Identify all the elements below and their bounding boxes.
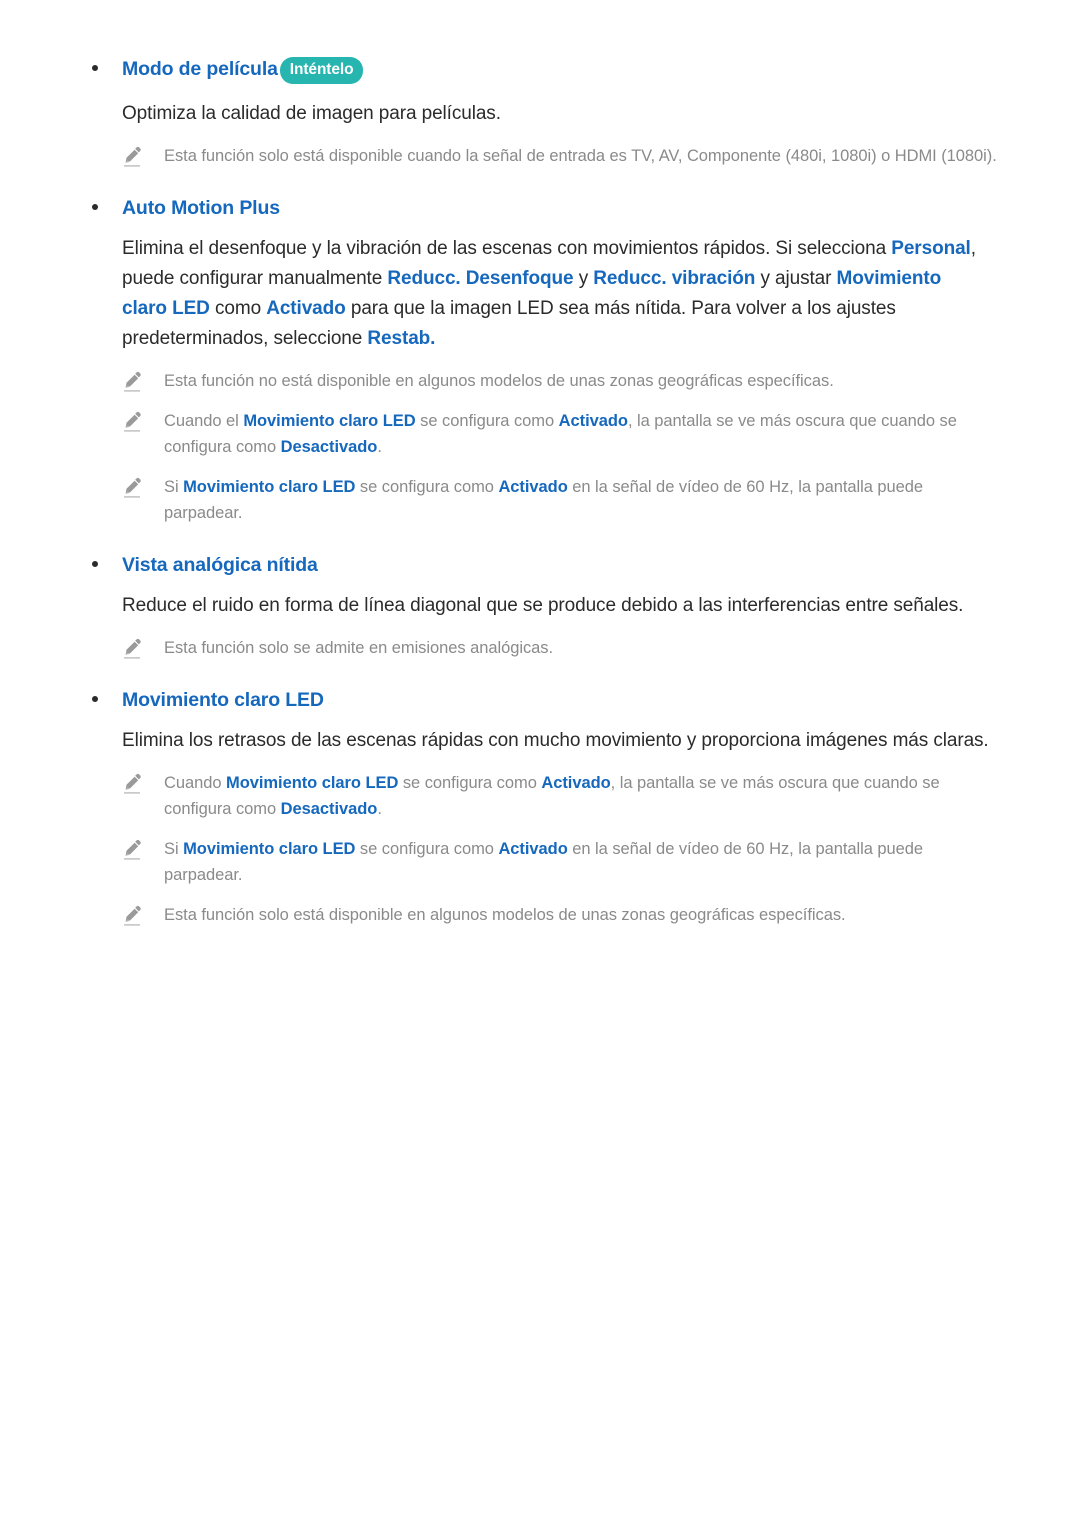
emphasized-term: Activado <box>498 477 568 496</box>
emphasized-term: Movimiento claro LED <box>183 839 356 858</box>
pencil-icon <box>122 638 142 660</box>
pencil-icon <box>122 839 142 861</box>
section-heading: Modo de película <box>122 58 278 80</box>
section-movimiento-claro-led: Movimiento claro LED Elimina los retrasos… <box>80 689 1000 950</box>
note-item: Cuando el Movimiento claro LED se config… <box>122 408 1000 460</box>
section-heading-row: Vista analógica nítida <box>92 554 1000 577</box>
emphasized-term: Activado <box>558 411 628 430</box>
section-heading: Movimiento claro LED <box>122 688 324 711</box>
emphasized-term: Personal <box>891 237 971 259</box>
note-text: Esta función solo está disponible en alg… <box>164 905 846 924</box>
bullet-icon <box>92 560 98 567</box>
emphasized-term: Reducc. Desenfoque <box>387 267 574 289</box>
emphasized-term: Reducc. vibración <box>593 267 756 289</box>
bullet-icon <box>92 695 98 702</box>
section-auto-motion-plus: Auto Motion Plus Elimina el desenfoque y … <box>80 197 1000 548</box>
pencil-icon <box>122 146 142 168</box>
section-body: Elimina el desenfoque y la vibración de … <box>122 237 976 349</box>
try-it-badge[interactable]: Inténtelo <box>279 57 364 84</box>
note-text: Esta función solo está disponible cuando… <box>164 146 997 165</box>
section-heading-row: Auto Motion Plus <box>92 197 1000 220</box>
emphasized-term: Movimiento claro LED <box>226 773 399 792</box>
bullet-icon <box>92 203 98 210</box>
section-heading: Auto Motion Plus <box>122 196 280 219</box>
emphasized-term: Desactivado <box>280 437 378 456</box>
note-item: Esta función solo está disponible cuando… <box>122 143 1000 169</box>
section-body: Elimina los retrasos de las escenas rápi… <box>122 729 989 751</box>
section-heading: Vista analógica nítida <box>122 553 318 576</box>
section-list: Modo de película Inténtelo Optimiza la cal… <box>80 57 1000 950</box>
note-item: Si Movimiento claro LED se configura com… <box>122 836 1000 888</box>
section-heading-row: Modo de película Inténtelo <box>92 57 1000 85</box>
bullet-icon <box>92 65 98 71</box>
emphasized-term: Activado <box>266 297 346 319</box>
note-text: Si Movimiento claro LED se configura com… <box>164 477 924 522</box>
emphasized-term: Movimiento claro LED <box>243 411 416 430</box>
note-text: Esta función solo se admite en emisiones… <box>164 638 554 657</box>
emphasized-term: Desactivado <box>280 799 378 818</box>
note-item: Esta función solo está disponible en alg… <box>122 902 1000 928</box>
note-item: Cuando Movimiento claro LED se configura… <box>122 770 1000 822</box>
section-modo-de-pelicula: Modo de película Inténtelo Optimiza la cal… <box>80 57 1000 191</box>
note-item: Si Movimiento claro LED se configura com… <box>122 474 1000 526</box>
pencil-icon <box>122 905 142 927</box>
note-text: Esta función no está disponible en algun… <box>164 371 834 390</box>
emphasized-term: Activado <box>498 839 568 858</box>
pencil-icon <box>122 411 142 433</box>
note-text: Cuando Movimiento claro LED se configura… <box>164 773 940 818</box>
note-text: Si Movimiento claro LED se configura com… <box>164 839 924 884</box>
manual-page: Modo de película Inténtelo Optimiza la cal… <box>0 0 1080 1527</box>
note-text: Cuando el Movimiento claro LED se config… <box>164 411 957 456</box>
note-item: Esta función no está disponible en algun… <box>122 368 1000 394</box>
section-body: Reduce el ruido en forma de línea diagon… <box>122 594 964 616</box>
note-item: Esta función solo se admite en emisiones… <box>122 635 1000 661</box>
emphasized-term: Activado <box>541 773 611 792</box>
emphasized-term: Movimiento claro LED <box>183 477 356 496</box>
section-body: Optimiza la calidad de imagen para pelíc… <box>122 102 501 124</box>
emphasized-term: Restab. <box>367 327 436 349</box>
pencil-icon <box>122 371 142 393</box>
pencil-icon <box>122 773 142 795</box>
pencil-icon <box>122 477 142 499</box>
section-vista-analogica-nitida: Vista analógica nítida Reduce el ruido en… <box>80 554 1000 683</box>
section-heading-row: Movimiento claro LED <box>92 689 1000 712</box>
